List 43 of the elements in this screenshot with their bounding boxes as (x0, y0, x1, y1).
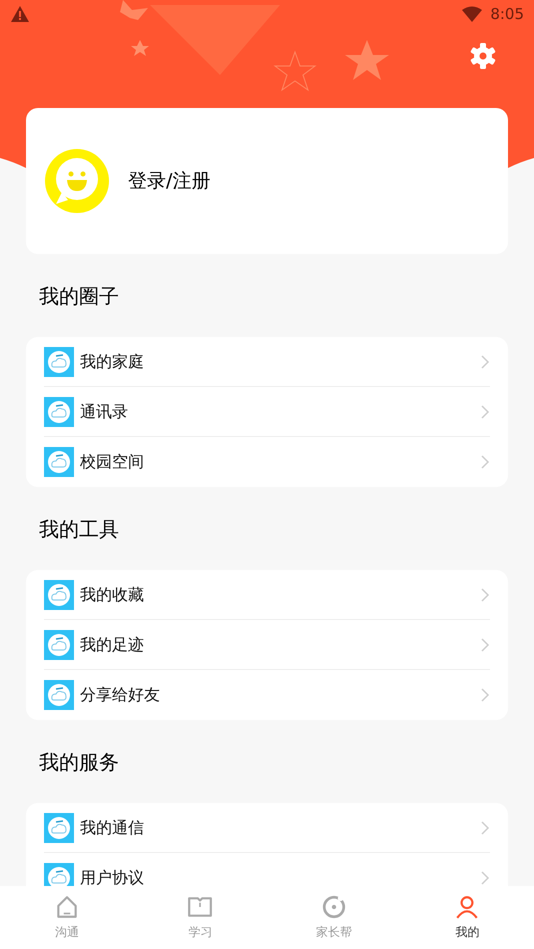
menu-item-label: 我的收藏 (80, 584, 145, 606)
wifi-icon (462, 6, 482, 22)
cloud-icon (44, 630, 74, 660)
warning-icon (10, 5, 30, 23)
menu-item-label: 通讯录 (80, 400, 129, 422)
chevron-right-icon (480, 820, 490, 836)
chevron-right-icon (480, 454, 490, 470)
cloud-icon (44, 396, 74, 426)
ring-icon (320, 894, 347, 920)
avatar-icon (44, 148, 110, 214)
menu-item-label: 我的足迹 (80, 634, 145, 656)
menu-item[interactable]: 通讯录 (44, 387, 490, 437)
cloud-icon (44, 680, 74, 710)
chevron-right-icon (480, 687, 490, 703)
person-icon (454, 894, 480, 920)
menu-item-label: 分享给好友 (80, 684, 161, 706)
cloud-icon (44, 346, 74, 376)
menu-item[interactable]: 我的足迹 (44, 620, 490, 670)
menu-item[interactable]: 我的家庭 (44, 337, 490, 387)
cloud-icon (44, 580, 74, 610)
menu-item[interactable]: 我的通信 (44, 803, 490, 853)
chevron-right-icon (480, 354, 490, 370)
profile-card[interactable]: 登录/注册 (26, 108, 508, 254)
menu-item[interactable]: 校园空间 (44, 437, 490, 487)
menu-item-label: 校园空间 (80, 451, 145, 473)
chevron-right-icon (480, 870, 490, 886)
settings-icon[interactable] (469, 42, 497, 70)
menu-item-label: 我的通信 (80, 816, 145, 838)
menu-item[interactable]: 分享给好友 (44, 670, 490, 720)
nav-tab[interactable]: 我的 (400, 886, 534, 949)
status-time: 8:05 (490, 4, 524, 25)
cloud-icon (44, 812, 74, 842)
cloud-icon (44, 447, 74, 477)
section-title: 我的服务 (39, 748, 119, 776)
chevron-right-icon (480, 586, 490, 602)
menu-item[interactable]: 我的收藏 (44, 570, 490, 620)
section-title: 我的圈子 (39, 282, 119, 310)
chevron-right-icon (480, 404, 490, 420)
section-title: 我的工具 (39, 516, 119, 542)
menu-item-label: 用户协议 (80, 867, 145, 886)
chevron-right-icon (480, 636, 490, 652)
menu-item-label: 我的家庭 (80, 350, 145, 372)
login-link[interactable]: 登录/注册 (128, 166, 210, 196)
